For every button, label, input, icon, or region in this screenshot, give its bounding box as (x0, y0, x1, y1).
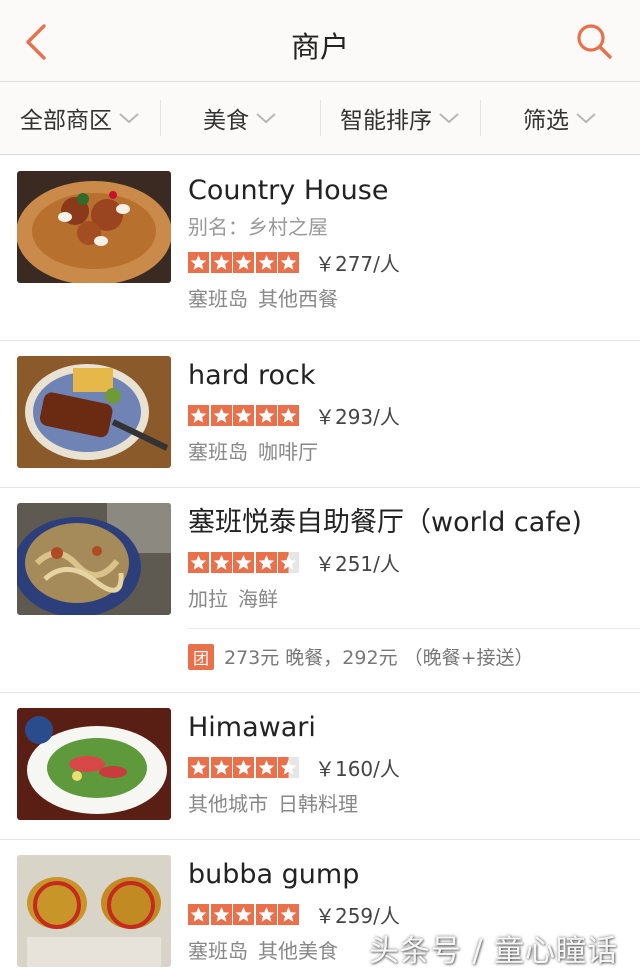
star-full-icon (278, 903, 300, 925)
food-photo (17, 356, 171, 468)
star-full-icon (278, 251, 300, 273)
avg-price: ￥251/人 (314, 551, 400, 576)
category-tag: 其他美食 (258, 939, 338, 963)
merchant-info: hard rock ￥293/人 塞班岛 咖啡厅 (188, 358, 630, 466)
category-tag: 海鲜 (238, 587, 278, 611)
star-full-icon (233, 903, 255, 925)
star-full-icon (233, 251, 255, 273)
category-tag: 日韩料理 (278, 792, 358, 816)
category-tag: 其他西餐 (258, 287, 338, 311)
star-full-icon (210, 551, 232, 573)
star-full-icon (188, 903, 209, 925)
group-deal-text: 273元 晚餐，292元 （晚餐+接送） (224, 647, 534, 669)
merchant-info: 塞班悦泰自助餐厅（world cafe) ￥251/人 加拉 海鲜 (188, 505, 630, 613)
filter-area[interactable]: 全部商区 (0, 82, 160, 154)
area-tag: 塞班岛 (188, 287, 248, 311)
star-full-icon (255, 404, 277, 426)
star-full-icon (233, 404, 255, 426)
merchant-name: hard rock (188, 360, 316, 391)
filter-category[interactable]: 美食 (160, 82, 320, 154)
watermark: 头条号 / 童心瞳话 (368, 934, 618, 969)
filter-label: 筛选 (523, 108, 569, 134)
star-full-icon (233, 551, 255, 573)
star-half-icon (278, 756, 300, 778)
chevron-down-icon (256, 113, 276, 124)
avg-price: ￥293/人 (314, 404, 400, 429)
area-tag: 塞班岛 (188, 939, 248, 963)
star-full-icon (255, 756, 277, 778)
food-photo (17, 855, 171, 967)
list-item[interactable]: Country House 别名：乡村之屋 ￥277/人 塞班岛 其他西餐 (0, 156, 640, 341)
filter-label: 智能排序 (340, 108, 432, 134)
star-rating (188, 756, 301, 778)
merchant-name: Himawari (188, 712, 316, 743)
star-full-icon (210, 756, 232, 778)
star-rating (188, 404, 301, 426)
avg-price: ￥160/人 (314, 756, 400, 781)
star-full-icon (188, 404, 209, 426)
list-item[interactable]: hard rock ￥293/人 塞班岛 咖啡厅 (0, 341, 640, 488)
merchant-name: bubba gump (188, 859, 360, 890)
filter-label: 美食 (203, 108, 249, 134)
star-rating (188, 251, 301, 273)
food-photo (17, 171, 171, 283)
filter-sort[interactable]: 智能排序 (320, 82, 480, 154)
star-full-icon (210, 903, 232, 925)
group-deal-badge: 团 (188, 643, 214, 670)
chevron-down-icon (439, 113, 459, 124)
star-full-icon (233, 756, 255, 778)
star-full-icon (210, 251, 232, 273)
star-full-icon (255, 903, 277, 925)
chevron-down-icon (119, 113, 139, 124)
area-tag: 加拉 (188, 587, 228, 611)
group-deal[interactable]: 团 273元 晚餐，292元 （晚餐+接送） (188, 628, 640, 684)
food-photo (17, 503, 171, 615)
list-item[interactable]: Himawari ￥160/人 其他城市 日韩料理 (0, 693, 640, 840)
star-rating (188, 903, 301, 925)
category-tag: 咖啡厅 (258, 440, 318, 464)
merchant-alias: 别名：乡村之屋 (188, 215, 328, 239)
merchant-info: Himawari ￥160/人 其他城市 日韩料理 (188, 710, 630, 818)
filter-screen[interactable]: 筛选 (480, 82, 640, 154)
star-rating (188, 551, 301, 573)
filter-bar: 全部商区 美食 智能排序 筛选 (0, 82, 640, 155)
merchant-list: Country House 别名：乡村之屋 ￥277/人 塞班岛 其他西餐 har… (0, 156, 640, 980)
merchant-info: Country House 别名：乡村之屋 ￥277/人 塞班岛 其他西餐 (188, 173, 630, 313)
chevron-down-icon (576, 113, 596, 124)
nav-bar: 商户 (0, 0, 640, 82)
area-tag: 其他城市 (188, 792, 268, 816)
merchant-name: 塞班悦泰自助餐厅（world cafe) (188, 507, 582, 538)
avg-price: ￥259/人 (314, 903, 400, 928)
list-item[interactable]: 塞班悦泰自助餐厅（world cafe) ￥251/人 加拉 海鲜 团 273元 … (0, 488, 640, 693)
filter-label: 全部商区 (20, 108, 112, 134)
star-full-icon (188, 756, 209, 778)
search-icon (577, 24, 612, 59)
page-title: 商户 (290, 30, 349, 64)
star-full-icon (188, 551, 209, 573)
star-full-icon (188, 251, 209, 273)
star-full-icon (210, 404, 232, 426)
area-tag: 塞班岛 (188, 440, 248, 464)
food-photo (17, 708, 171, 820)
star-full-icon (255, 551, 277, 573)
star-full-icon (255, 251, 277, 273)
avg-price: ￥277/人 (314, 251, 400, 276)
star-half-icon (278, 551, 300, 573)
merchant-name: Country House (188, 175, 389, 206)
star-full-icon (278, 404, 300, 426)
search-button[interactable] (574, 20, 614, 64)
